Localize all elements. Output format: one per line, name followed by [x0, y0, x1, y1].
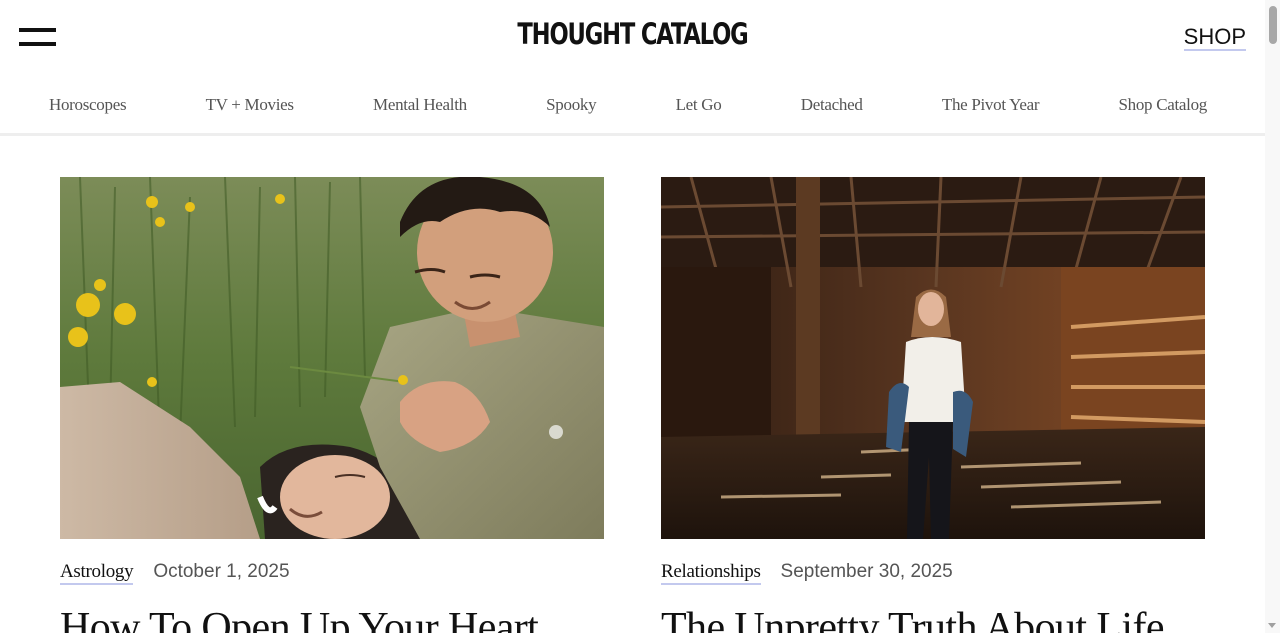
page-scrollbar[interactable]: [1265, 0, 1280, 633]
page: THOUGHT CATALOG SHOP Horoscopes TV + Mov…: [0, 0, 1280, 633]
nav-item-horoscopes[interactable]: Horoscopes: [49, 95, 127, 117]
article-category-link[interactable]: Astrology: [60, 561, 134, 585]
category-nav: Horoscopes TV + Movies Mental Health Spo…: [0, 76, 1265, 136]
article-card: Astrology October 1, 2025 How To Open Up…: [60, 177, 604, 633]
scrollbar-thumb[interactable]: [1269, 6, 1277, 44]
article-meta: Relationships September 30, 2025: [661, 561, 1205, 585]
scroll-down-arrow-icon[interactable]: [1268, 623, 1276, 628]
article-image-barn[interactable]: [661, 177, 1205, 539]
article-title[interactable]: The Unpretty Truth About Life: [661, 605, 1205, 633]
nav-item-mental-health[interactable]: Mental Health: [373, 95, 467, 117]
nav-item-pivot-year[interactable]: The Pivot Year: [942, 95, 1040, 117]
shop-link[interactable]: SHOP: [1183, 25, 1246, 51]
article-meta: Astrology October 1, 2025: [60, 561, 604, 585]
menu-icon[interactable]: [19, 28, 56, 47]
article-card: Relationships September 30, 2025 The Unp…: [661, 177, 1205, 633]
nav-item-shop-catalog[interactable]: Shop Catalog: [1119, 95, 1208, 117]
article-date: October 1, 2025: [153, 561, 290, 582]
site-header: THOUGHT CATALOG SHOP: [0, 0, 1265, 76]
nav-item-spooky[interactable]: Spooky: [546, 95, 596, 117]
site-logo[interactable]: THOUGHT CATALOG: [139, 17, 1126, 51]
nav-item-detached[interactable]: Detached: [801, 95, 863, 117]
article-date: September 30, 2025: [780, 561, 953, 582]
article-category-link[interactable]: Relationships: [661, 561, 761, 585]
article-image-couple[interactable]: [60, 177, 604, 539]
article-title[interactable]: How To Open Up Your Heart: [60, 605, 604, 633]
nav-item-tv-movies[interactable]: TV + Movies: [206, 95, 294, 117]
nav-item-let-go[interactable]: Let Go: [676, 95, 722, 117]
